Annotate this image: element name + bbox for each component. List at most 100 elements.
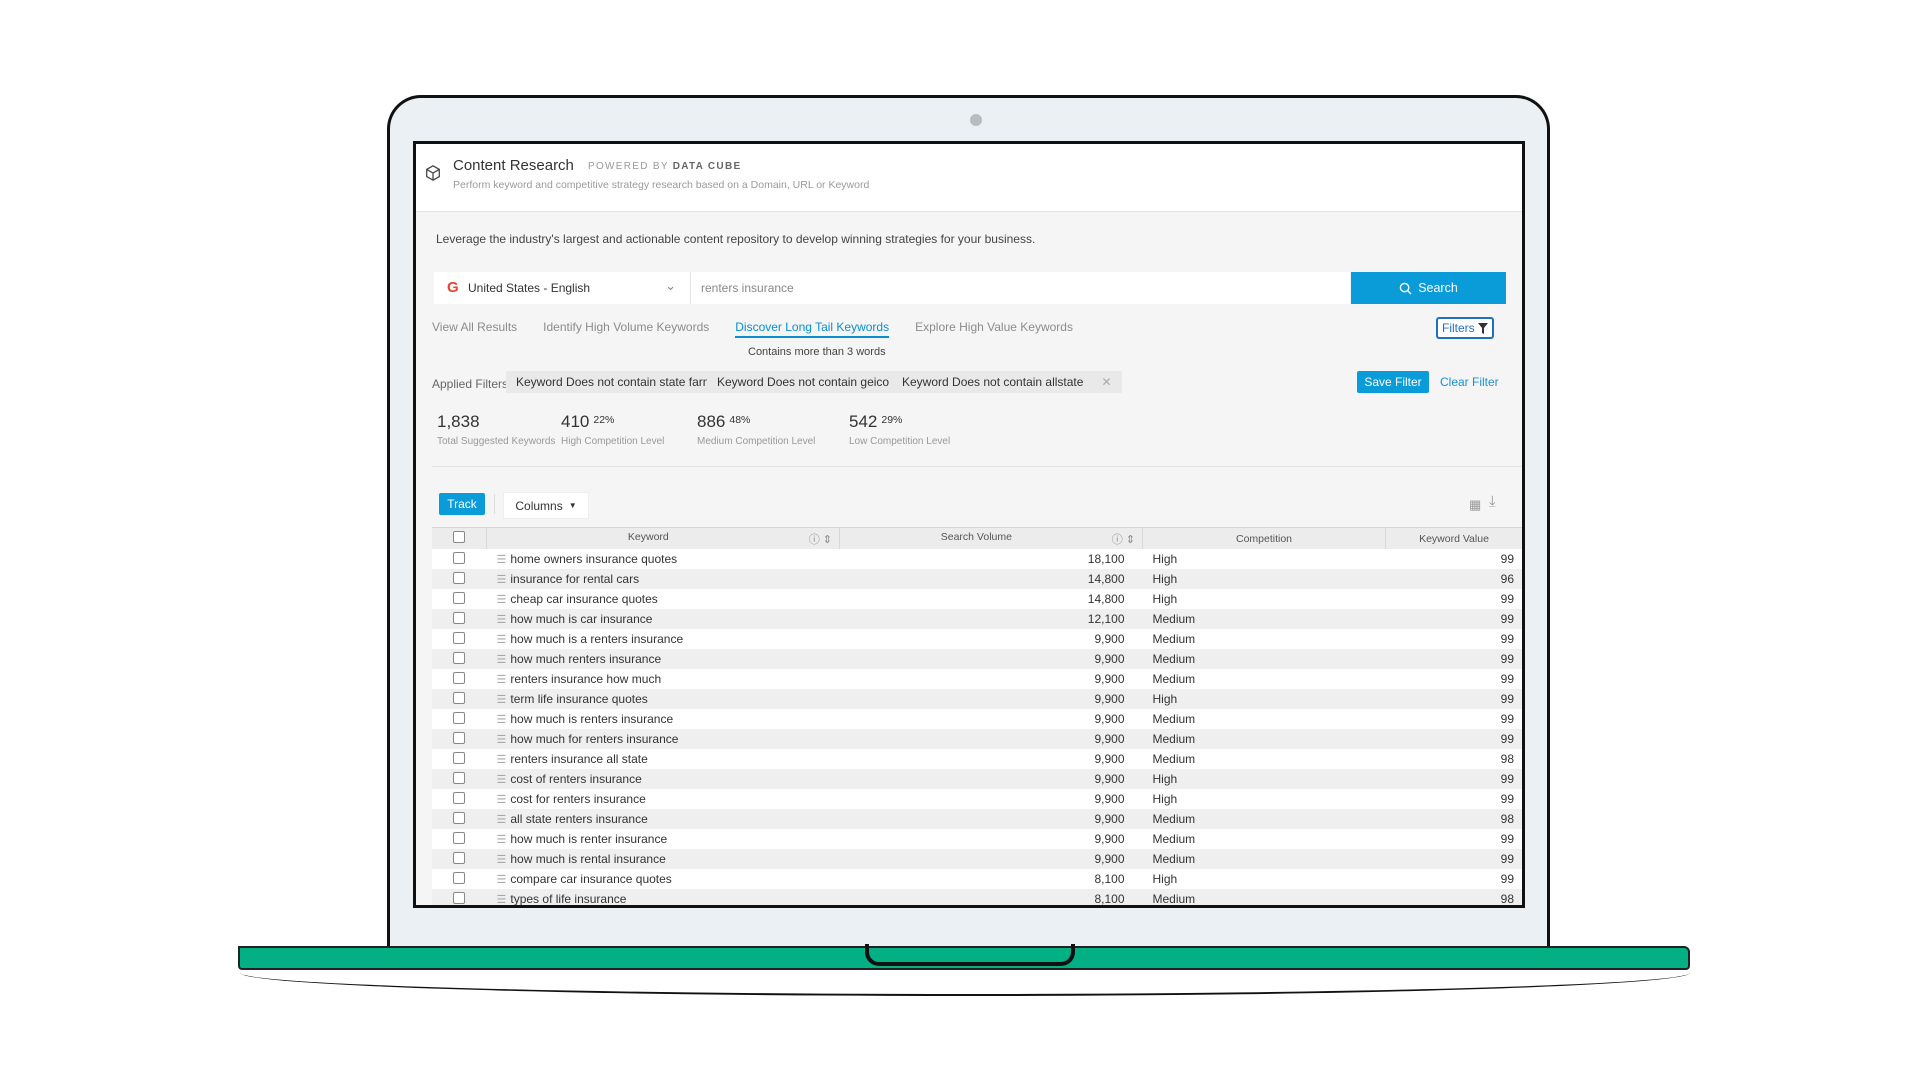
powered-brand: DATA CUBE [672,161,742,172]
powered-by: POWERED BY DATA CUBE [588,161,741,172]
row-checkbox[interactable] [453,591,466,604]
stat-label: Low Competition Level [849,436,951,447]
list-icon[interactable]: ☰ [497,714,507,726]
stat-label: Medium Competition Level [697,436,816,447]
row-checkbox[interactable] [453,811,466,824]
table-row[interactable]: ☰ all state renters insurance 9,900 Medium 9… [432,809,1522,829]
list-icon[interactable]: ☰ [497,834,507,846]
search-volume-cell: 9,900 [1094,752,1125,766]
row-checkbox[interactable] [453,631,466,644]
list-icon[interactable]: ☰ [497,774,507,786]
filter-chip-label: Keyword Does not contain state farm [516,375,713,389]
list-icon[interactable]: ☰ [497,734,507,746]
list-icon[interactable]: ☰ [497,614,507,626]
list-icon[interactable]: ☰ [497,894,507,905]
tab-view-all-results[interactable]: View All Results [432,320,517,338]
table-row[interactable]: ☰ how much is rental insurance 9,900 Medium… [432,849,1522,869]
table-header-row: Keyword ⓘ ⇕ Search Volume ⓘ ⇕ Competition … [432,527,1522,549]
row-checkbox[interactable] [453,711,466,724]
list-icon[interactable]: ☰ [497,874,507,886]
columns-dropdown[interactable]: Columns ▼ [503,492,589,519]
row-checkbox[interactable] [453,851,466,864]
save-filter-button[interactable]: Save Filter [1357,371,1429,393]
row-checkbox[interactable] [453,751,466,764]
keyword-value-cell: 99 [1500,612,1514,626]
list-icon[interactable]: ☰ [497,854,507,866]
list-icon[interactable]: ☰ [497,654,507,666]
track-button[interactable]: Track [439,493,485,515]
table-row[interactable]: ☰ insurance for rental cars 14,800 High 96 [432,569,1522,589]
competition-cell: Medium [1152,652,1196,666]
list-icon[interactable]: ☰ [497,814,507,826]
table-row[interactable]: ☰ renters insurance how much 9,900 Medium 99 [432,669,1522,689]
download-icon[interactable]: ⤓ [1489,493,1496,510]
row-checkbox[interactable] [453,651,466,664]
row-checkbox[interactable] [453,771,466,784]
info-sort-icon[interactable]: ⓘ ⇕ [809,531,832,547]
row-checkbox[interactable] [453,671,466,684]
chevron-down-icon: ⌄ [665,278,676,293]
column-header-search-volume[interactable]: Search Volume ⓘ ⇕ [839,527,1143,549]
keyword-search-input[interactable] [691,272,1350,304]
row-checkbox[interactable] [453,891,466,904]
search-button[interactable]: Search [1351,272,1506,304]
clear-filter-link[interactable]: Clear Filter [1440,375,1499,389]
table-row[interactable]: ☰ how much is car insurance 12,100 Medium 99 [432,609,1522,629]
tab-discover-long-tail[interactable]: Discover Long Tail Keywords [735,320,890,338]
row-checkbox[interactable] [453,611,466,624]
list-icon[interactable]: ☰ [497,674,507,686]
row-checkbox[interactable] [453,691,466,704]
stat-label: High Competition Level [561,436,665,447]
search-volume-cell: 9,900 [1094,672,1125,686]
stat-medium-competition: 886 48% Medium Competition Level [697,412,815,447]
list-icon[interactable]: ☰ [497,634,507,646]
row-checkbox[interactable] [453,871,466,884]
keyword-text: how much is rental insurance [510,852,666,866]
row-checkbox[interactable] [453,831,466,844]
list-icon[interactable]: ☰ [497,794,507,806]
row-checkbox[interactable] [453,551,466,564]
table-row[interactable]: ☰ term life insurance quotes 9,900 High 99 [432,689,1522,709]
list-icon[interactable]: ☰ [497,594,507,606]
table-row[interactable]: ☰ cost for renters insurance 9,900 High 99 [432,789,1522,809]
close-icon[interactable]: ✕ [1101,375,1111,389]
list-icon[interactable]: ☰ [497,754,507,766]
select-all-checkbox[interactable] [453,531,465,543]
list-icon[interactable]: ☰ [497,694,507,706]
keyword-text: renters insurance how much [510,672,662,686]
table-row[interactable]: ☰ how much is renters insurance 9,900 Mediu… [432,709,1522,729]
row-checkbox[interactable] [453,791,466,804]
keyword-cell: ☰ how much for renters insurance [487,729,840,749]
filters-button[interactable]: Filters [1436,317,1494,339]
column-header-competition[interactable]: Competition [1142,527,1386,549]
table-row[interactable]: ☰ home owners insurance quotes 18,100 High 9… [432,549,1522,569]
list-icon[interactable]: ☰ [497,574,507,586]
table-row[interactable]: ☰ renters insurance all state 9,900 Medium 9… [432,749,1522,769]
table-row[interactable]: ☰ how much is renter insurance 9,900 Medium… [432,829,1522,849]
competition-cell: Medium [1152,892,1196,906]
grid-add-icon[interactable]: ▦ [1469,497,1481,513]
list-icon[interactable]: ☰ [497,554,507,566]
competition-cell: High [1152,872,1178,886]
table-row[interactable]: ☰ cheap car insurance quotes 14,800 High 99 [432,589,1522,609]
row-checkbox[interactable] [453,571,466,584]
tab-explore-high-value[interactable]: Explore High Value Keywords [915,320,1073,338]
info-sort-icon[interactable]: ⓘ ⇕ [1112,531,1135,547]
table-row[interactable]: ☰ compare car insurance quotes 8,100 High 99 [432,869,1522,889]
locale-select[interactable]: G United States - English ⌄ [434,272,691,304]
column-header-keyword[interactable]: Keyword ⓘ ⇕ [486,527,840,549]
competition-cell: High [1152,792,1178,806]
table-row[interactable]: ☰ how much renters insurance 9,900 Medium 99 [432,649,1522,669]
table-row[interactable]: ☰ how much is a renters insurance 9,900 Med… [432,629,1522,649]
competition-cell: High [1152,692,1178,706]
funnel-icon [1477,322,1488,334]
search-volume-cell: 9,900 [1094,732,1125,746]
column-header-keyword-value[interactable]: Keyword Value [1385,527,1522,549]
row-checkbox[interactable] [453,731,466,744]
table-row[interactable]: ☰ how much for renters insurance 9,900 Medi… [432,729,1522,749]
tab-identify-high-volume[interactable]: Identify High Volume Keywords [543,320,709,338]
search-volume-cell: 9,900 [1094,632,1125,646]
table-row[interactable]: ☰ types of life insurance 8,100 Medium 98 [432,889,1522,906]
row-checkbox-cell [432,609,487,629]
table-row[interactable]: ☰ cost of renters insurance 9,900 High 99 [432,769,1522,789]
